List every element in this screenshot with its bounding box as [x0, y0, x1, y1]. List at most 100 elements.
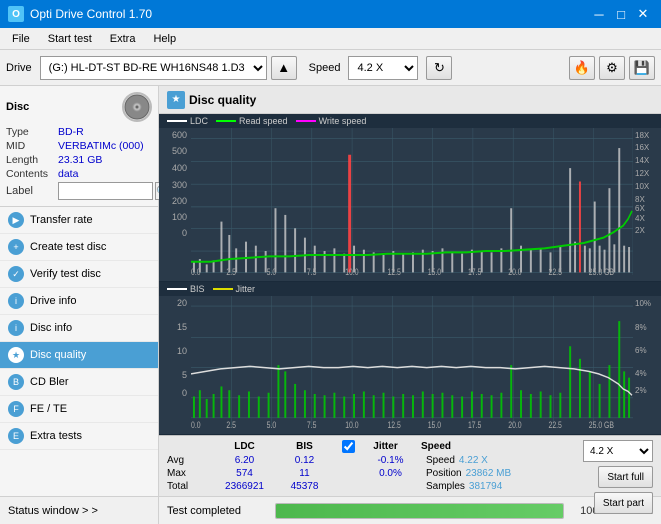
- svg-text:0.0: 0.0: [191, 267, 201, 275]
- svg-text:22.5: 22.5: [549, 267, 563, 275]
- charts-area: LDC Read speed Write speed 6: [159, 114, 661, 435]
- disc-section-title: Disc: [6, 101, 29, 113]
- svg-text:18X: 18X: [635, 131, 650, 140]
- stat-bis-header: BIS: [277, 441, 332, 452]
- jitter-checkbox[interactable]: [342, 440, 355, 453]
- svg-text:10: 10: [177, 346, 187, 356]
- bis-color: [167, 288, 187, 290]
- drive-select[interactable]: (G:) HL-DT-ST BD-RE WH16NS48 1.D3: [40, 56, 267, 80]
- sidebar: Disc Type BD-R MID VERBATIMc (000) Leng: [0, 86, 159, 524]
- avg-bis: 0.12: [277, 455, 332, 466]
- minimize-button[interactable]: ─: [589, 4, 609, 24]
- sidebar-item-verify-test-disc[interactable]: ✓ Verify test disc: [0, 261, 158, 288]
- read-color: [216, 120, 236, 122]
- svg-text:6X: 6X: [635, 204, 645, 213]
- right-controls: 4.2 X Start full Start part: [583, 440, 653, 514]
- nav-label-verify-test-disc: Verify test disc: [30, 268, 101, 280]
- disc-section: Disc Type BD-R MID VERBATIMc (000) Leng: [0, 86, 158, 207]
- menu-help[interactable]: Help: [145, 31, 184, 47]
- menu-file[interactable]: File: [4, 31, 38, 47]
- disc-label-row: Label 🔍: [6, 182, 152, 200]
- svg-text:500: 500: [172, 146, 187, 156]
- stat-avg-row: Avg 6.20 0.12 -0.1% Speed 4.22 X: [167, 455, 653, 466]
- progress-bar-fill: [276, 504, 563, 518]
- refresh-button[interactable]: ↻: [426, 56, 452, 80]
- speed-label: Speed: [309, 62, 341, 74]
- svg-text:4X: 4X: [635, 214, 645, 223]
- svg-text:0.0: 0.0: [191, 420, 201, 428]
- sidebar-item-disc-quality[interactable]: ★ Disc quality: [0, 342, 158, 369]
- disc-type-label: Type: [6, 126, 58, 138]
- svg-text:20.0: 20.0: [508, 267, 522, 275]
- disc-quality-header-icon: ★: [167, 91, 185, 109]
- svg-text:14X: 14X: [635, 156, 650, 165]
- svg-text:5: 5: [182, 370, 187, 380]
- speed-combo-select[interactable]: 4.2 X: [583, 440, 653, 462]
- svg-text:22.5: 22.5: [549, 420, 563, 428]
- sidebar-item-create-test-disc[interactable]: + Create test disc: [0, 234, 158, 261]
- menu-start-test[interactable]: Start test: [40, 31, 100, 47]
- svg-text:2%: 2%: [635, 386, 647, 395]
- close-button[interactable]: ✕: [633, 4, 653, 24]
- sidebar-item-fe-te[interactable]: F FE / TE: [0, 396, 158, 423]
- disc-mid-label: MID: [6, 140, 58, 152]
- svg-text:10.0: 10.0: [345, 420, 359, 428]
- start-full-button[interactable]: Start full: [598, 466, 653, 488]
- disc-length-row: Length 23.31 GB: [6, 154, 152, 166]
- svg-text:100: 100: [172, 212, 187, 222]
- settings-button[interactable]: ⚙: [599, 56, 625, 80]
- chart2-container: BIS Jitter 20 15 10 5: [159, 282, 661, 435]
- create-test-disc-icon: +: [8, 239, 24, 255]
- sidebar-item-cd-bler[interactable]: B CD Bler: [0, 369, 158, 396]
- sidebar-item-disc-info[interactable]: i Disc info: [0, 315, 158, 342]
- status-window-button[interactable]: Status window > >: [0, 496, 158, 524]
- toolbar: Drive (G:) HL-DT-ST BD-RE WH16NS48 1.D3 …: [0, 50, 661, 86]
- disc-quality-icon: ★: [8, 347, 24, 363]
- disc-length-value: 23.31 GB: [58, 154, 102, 166]
- app-icon: O: [8, 6, 24, 22]
- svg-text:12.5: 12.5: [387, 267, 401, 275]
- svg-text:7.5: 7.5: [307, 267, 317, 275]
- stat-speed-header: Speed: [421, 441, 451, 452]
- stats-panel: LDC BIS Jitter Speed Avg 6.20 0.12 -0.1%…: [159, 435, 661, 496]
- save-button[interactable]: 💾: [629, 56, 655, 80]
- burn-button[interactable]: 🔥: [569, 56, 595, 80]
- disc-label-input[interactable]: [58, 182, 153, 200]
- speed-select[interactable]: 4.2 X: [348, 56, 418, 80]
- legend-write: Write speed: [296, 116, 367, 126]
- svg-text:20: 20: [177, 298, 187, 308]
- sidebar-item-extra-tests[interactable]: E Extra tests: [0, 423, 158, 450]
- extra-tests-icon: E: [8, 428, 24, 444]
- stat-max-row: Max 574 11 0.0% Position 23862 MB: [167, 468, 653, 479]
- svg-text:12X: 12X: [635, 169, 650, 178]
- sidebar-nav: ▶ Transfer rate + Create test disc ✓ Ver…: [0, 207, 158, 496]
- menu-extra[interactable]: Extra: [102, 31, 144, 47]
- stat-total-row: Total 2366921 45378 Samples 381794: [167, 481, 653, 492]
- nav-label-drive-info: Drive info: [30, 295, 76, 307]
- svg-text:0: 0: [182, 388, 187, 398]
- verify-test-disc-icon: ✓: [8, 266, 24, 282]
- eject-button[interactable]: ▲: [271, 56, 297, 80]
- transfer-rate-icon: ▶: [8, 212, 24, 228]
- svg-text:5.0: 5.0: [267, 420, 277, 428]
- disc-header: Disc: [6, 92, 152, 122]
- nav-label-disc-quality: Disc quality: [30, 349, 86, 361]
- progress-bar-background: [275, 503, 564, 519]
- disc-mid-row: MID VERBATIMc (000): [6, 140, 152, 152]
- stat-jitter-checkbox-area: [342, 440, 355, 453]
- ldc-label: LDC: [190, 116, 208, 126]
- svg-text:2.5: 2.5: [226, 267, 236, 275]
- sidebar-item-drive-info[interactable]: i Drive info: [0, 288, 158, 315]
- total-samples-label: Samples: [426, 481, 465, 492]
- total-samples-value: 381794: [469, 481, 502, 492]
- disc-icon: [122, 92, 152, 122]
- svg-text:6%: 6%: [635, 346, 647, 355]
- sidebar-item-transfer-rate[interactable]: ▶ Transfer rate: [0, 207, 158, 234]
- maximize-button[interactable]: □: [611, 4, 631, 24]
- menu-bar: File Start test Extra Help: [0, 28, 661, 50]
- nav-label-transfer-rate: Transfer rate: [30, 214, 93, 226]
- start-part-button[interactable]: Start part: [594, 492, 653, 514]
- avg-speed-value: 4.22 X: [459, 455, 488, 466]
- legend-bis: BIS: [167, 284, 205, 294]
- avg-speed-label: Speed: [426, 455, 455, 466]
